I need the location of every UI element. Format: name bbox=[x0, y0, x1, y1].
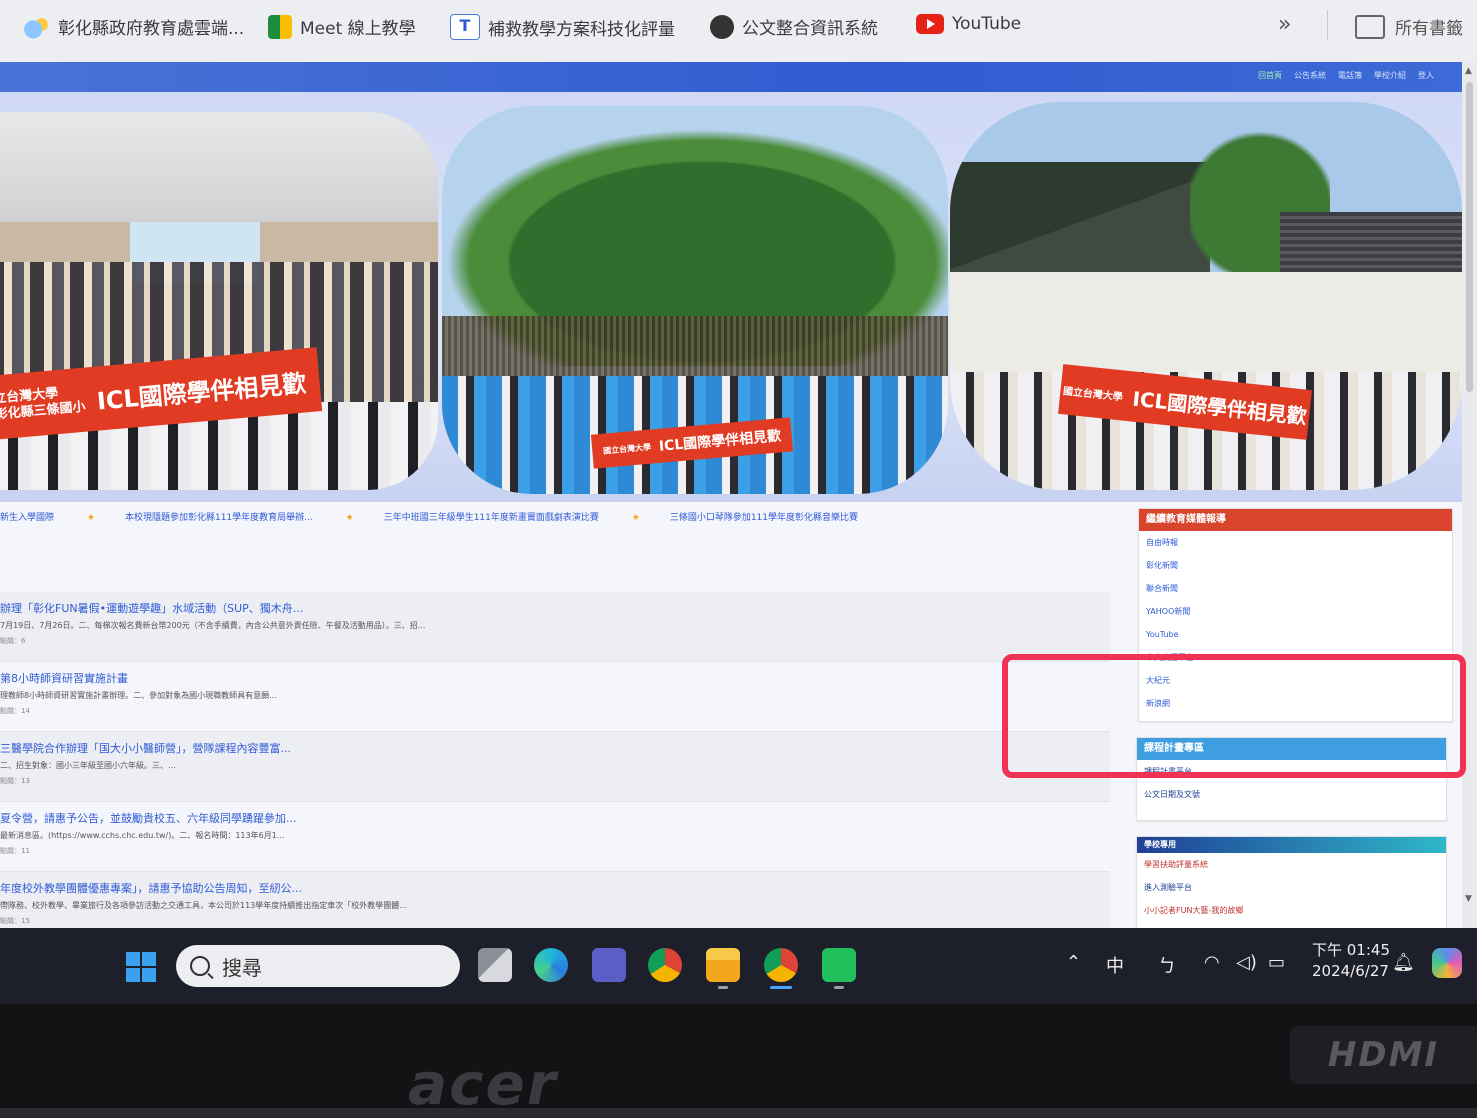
meet-icon bbox=[268, 14, 292, 39]
line-icon[interactable] bbox=[822, 948, 856, 982]
hdmi-sticker: HDMI bbox=[1290, 1026, 1477, 1084]
copilot-icon[interactable] bbox=[1432, 948, 1462, 978]
news-desc: 最新消息區。(https://www.cchs.chc.edu.tw/)。二、報… bbox=[0, 831, 285, 840]
search-icon bbox=[190, 956, 210, 976]
news-desc: 二、招生對象：國小三年級至國小六年級。三、... bbox=[0, 761, 176, 770]
news-meta: 點閱：6 bbox=[0, 637, 26, 645]
news-meta: 點閱：11 bbox=[0, 847, 30, 855]
news-list: 辦理「彰化FUN暑假•運動遊學趣」水域活動（SUP、獨木舟... 7月19日、7… bbox=[0, 592, 1110, 928]
notification-bell-icon[interactable]: 🔔︎ bbox=[1392, 952, 1415, 973]
folder-icon bbox=[1355, 14, 1385, 39]
globe-icon bbox=[710, 14, 734, 39]
news-desc: 7月19日、7月26日。二、每梯次報名費新台幣200元（不含手續費，內含公共意外… bbox=[0, 621, 426, 630]
show-hidden-icons[interactable]: ⌃ bbox=[1066, 952, 1081, 973]
task-view-icon[interactable] bbox=[478, 948, 512, 982]
scroll-up-icon[interactable]: ▲ bbox=[1465, 66, 1472, 76]
wifi-icon[interactable]: ◠ bbox=[1204, 952, 1220, 973]
volume-icon[interactable]: ◁) bbox=[1236, 952, 1257, 973]
laptop-bezel bbox=[0, 1004, 1477, 1108]
bookmark-item[interactable]: Meet 線上教學 bbox=[268, 14, 416, 39]
battery-icon[interactable]: ▭ bbox=[1268, 952, 1285, 973]
tc-icon: T bbox=[450, 14, 480, 40]
sidebar-learning-title: 學校專用 bbox=[1137, 837, 1446, 853]
app-indicator bbox=[718, 986, 728, 989]
news-desc: 理教師8小時師資研習實施計畫辦理。二、參加對象為國小現職教師具有意願... bbox=[0, 691, 277, 700]
top-link[interactable]: 電話簿 bbox=[1338, 70, 1362, 81]
sidebar-link[interactable]: 學習扶助評量系統 bbox=[1137, 853, 1446, 876]
site-top-bar: 回首頁 公告系統 電話簿 學校介紹 登入 bbox=[0, 62, 1462, 92]
taskbar-clock[interactable]: 下午 01:45 2024/6/27 bbox=[1312, 940, 1390, 982]
star-icon: ★ bbox=[345, 513, 354, 523]
banner-photo-building: 國立台灣大學 ICL國際學伴相見歡 bbox=[950, 102, 1462, 490]
scroll-down-icon[interactable]: ▼ bbox=[1465, 894, 1472, 904]
taskbar-search[interactable]: 搜尋 bbox=[176, 945, 460, 987]
sidebar-link[interactable]: 公文日期及文號 bbox=[1137, 783, 1446, 806]
news-desc: 帶隊務、校外教學、畢業旅行及各項參訪活動之交通工具，本公司於113學年度持續推出… bbox=[0, 901, 407, 910]
sidebar-link[interactable]: 自由時報 bbox=[1139, 531, 1452, 554]
bookmark-item[interactable]: 彰化縣政府教育處雲端... bbox=[22, 14, 244, 39]
news-meta: 點閱：14 bbox=[0, 707, 30, 715]
news-title[interactable]: 三醫學院合作辦理「国大小小醫師營」，營隊課程內容豐富... bbox=[0, 740, 291, 756]
ime-mode-icon[interactable]: ㄅ bbox=[1158, 952, 1176, 978]
cloud-icon bbox=[22, 14, 50, 39]
chrome-icon[interactable] bbox=[648, 948, 682, 982]
news-item[interactable]: 三醫學院合作辦理「国大小小醫師營」，營隊課程內容豐富... 二、招生對象：國小三… bbox=[0, 732, 1110, 802]
marquee-item[interactable]: 本校現隱題參加彰化縣111學年度教育局舉辦... bbox=[125, 513, 313, 523]
top-link[interactable]: 登入 bbox=[1418, 70, 1434, 81]
windows-start-icon[interactable] bbox=[126, 952, 156, 982]
news-title[interactable]: 辦理「彰化FUN暑假•運動遊學趣」水域活動（SUP、獨木舟... bbox=[0, 600, 303, 616]
sidebar-learning-box: 學校專用 學習扶助評量系統 進入測驗平台 小小記者FUN大藝-我的故鄉 bbox=[1136, 836, 1447, 928]
banner-photo-tree: 國立台灣大學 ICL國際學伴相見歡 bbox=[442, 106, 948, 494]
teams-icon[interactable] bbox=[592, 948, 626, 982]
sidebar-link[interactable]: 彰化新聞 bbox=[1139, 554, 1452, 577]
news-title[interactable]: 年度校外教學團體優惠專案」，請惠予協助公告周知，至紉公... bbox=[0, 880, 302, 896]
news-item[interactable]: 年度校外教學團體優惠專案」，請惠予協助公告周知，至紉公... 帶隊務、校外教學、… bbox=[0, 872, 1110, 928]
top-link[interactable]: 公告系統 bbox=[1294, 70, 1326, 81]
sidebar-link[interactable]: YouTube bbox=[1139, 623, 1452, 646]
news-item[interactable]: 辦理「彰化FUN暑假•運動遊學趣」水域活動（SUP、獨木舟... 7月19日、7… bbox=[0, 592, 1110, 662]
file-explorer-icon[interactable] bbox=[706, 948, 740, 982]
news-item[interactable]: 第8小時師資研習實施計畫 理教師8小時師資研習實施計畫辦理。二、參加對象為國小現… bbox=[0, 662, 1110, 732]
scrollbar-thumb[interactable] bbox=[1466, 82, 1473, 392]
chrome-profile-icon[interactable] bbox=[764, 948, 798, 982]
news-marquee[interactable]: 新生入學國際 ★ 本校現隱題參加彰化縣111學年度教育局舉辦... ★ 三年中班國三… bbox=[0, 510, 1122, 530]
top-link[interactable]: 學校介紹 bbox=[1374, 70, 1406, 81]
sidebar-link[interactable]: 進入測驗平台 bbox=[1137, 876, 1446, 899]
bookmark-item[interactable]: T 補救教學方案科技化評量 bbox=[450, 14, 675, 40]
news-meta: 點閱：13 bbox=[0, 777, 30, 785]
page-scrollbar[interactable]: ▲ ▼ bbox=[1462, 62, 1477, 928]
windows-taskbar: 搜尋 ⌃ 中 ㄅ ◠ ◁) ▭ 下午 01:45 2024/6/27 🔔︎ bbox=[0, 928, 1477, 1004]
app-indicator bbox=[770, 986, 792, 989]
sidebar-link[interactable]: 聯合新聞 bbox=[1139, 577, 1452, 600]
youtube-icon bbox=[916, 14, 944, 34]
bookmark-item[interactable]: 公文整合資訊系統 bbox=[710, 14, 878, 39]
divider bbox=[1327, 10, 1328, 40]
ime-indicator[interactable]: 中 bbox=[1106, 952, 1124, 978]
marquee-item[interactable]: 新生入學國際 bbox=[0, 513, 54, 523]
highlight-box bbox=[1002, 654, 1466, 778]
bookmark-item[interactable]: YouTube bbox=[916, 14, 1021, 34]
sidebar-link[interactable]: 小小記者FUN大藝-我的故鄉 bbox=[1137, 899, 1446, 922]
sidebar-link[interactable]: YAHOO新聞 bbox=[1139, 600, 1452, 623]
news-item[interactable]: 夏令營，請惠予公告，並鼓勵貴校五、六年級同學踴躍參加... 最新消息區。(htt… bbox=[0, 802, 1110, 872]
banner-photo-classroom: 立台灣大學 彰化縣三條國小 ICL國際學伴相見歡 bbox=[0, 112, 438, 490]
edge-icon[interactable] bbox=[534, 948, 568, 982]
news-meta: 點閱：15 bbox=[0, 917, 30, 925]
all-bookmarks-folder[interactable]: 所有書籤 bbox=[1355, 14, 1463, 39]
app-indicator bbox=[834, 986, 844, 989]
star-icon: ★ bbox=[631, 513, 640, 523]
more-bookmarks-icon[interactable]: » bbox=[1278, 12, 1291, 37]
sidebar-media-title: 繼續教育媒體報導 bbox=[1139, 509, 1452, 531]
news-title[interactable]: 第8小時師資研習實施計畫 bbox=[0, 670, 128, 686]
news-title[interactable]: 夏令營，請惠予公告，並鼓勵貴校五、六年級同學踴躍參加... bbox=[0, 810, 297, 826]
marquee-item[interactable]: 三條國小口琴隊參加111學年度彰化縣音樂比賽 bbox=[670, 513, 858, 523]
star-icon: ★ bbox=[86, 513, 95, 523]
web-page: 回首頁 公告系統 電話簿 學校介紹 登入 立台灣大學 彰化縣三條國小 ICL國際… bbox=[0, 62, 1462, 928]
top-link[interactable]: 回首頁 bbox=[1258, 70, 1282, 81]
bookmarks-bar: 彰化縣政府教育處雲端... Meet 線上教學 T 補救教學方案科技化評量 公文… bbox=[0, 0, 1477, 62]
banner-carousel: 立台灣大學 彰化縣三條國小 ICL國際學伴相見歡 國立台灣大學 ICL國際學伴相… bbox=[0, 92, 1462, 502]
marquee-item[interactable]: 三年中班國三年級學生111年度新畫竇面戲劇表演比賽 bbox=[384, 513, 599, 523]
